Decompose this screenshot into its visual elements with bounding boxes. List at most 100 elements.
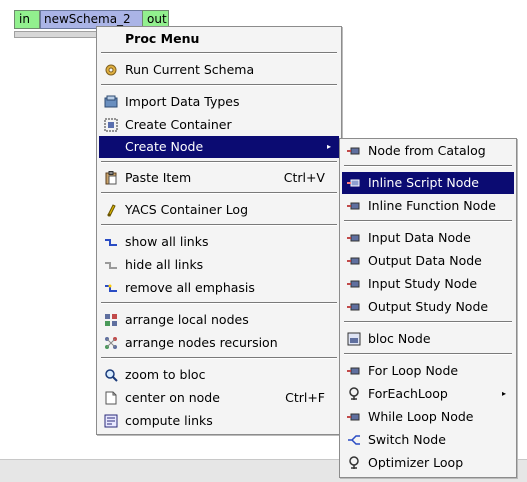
zoom-icon — [105, 369, 118, 382]
node-icon — [347, 367, 360, 375]
arrange-icon — [105, 314, 117, 326]
menu-item-label: Output Data Node — [368, 253, 482, 268]
container-icon — [104, 118, 118, 132]
submenu-item-for-loop-node[interactable]: For Loop Node — [342, 360, 514, 382]
menu-item-import-data-types[interactable]: Import Data Types — [99, 91, 339, 113]
menu-item-create-container[interactable]: Create Container — [99, 114, 339, 136]
submenu-arrow-icon: ▸ — [501, 389, 506, 398]
menu-item-label: Inline Function Node — [368, 198, 496, 213]
menu-separator — [344, 321, 512, 323]
center-shortcut: Ctrl+F — [285, 390, 325, 405]
submenu-item-foreachloop[interactable]: ForEachLoop ▸ — [342, 383, 514, 405]
paste-shortcut: Ctrl+V — [283, 170, 325, 185]
gear-icon — [105, 64, 117, 76]
proc-menu-title-label: Proc Menu — [125, 31, 200, 46]
menu-separator — [101, 357, 337, 359]
submenu-item-while-loop-node[interactable]: While Loop Node — [342, 406, 514, 428]
menu-separator — [101, 52, 337, 54]
menu-item-label: show all links — [125, 234, 209, 249]
menu-item-label: Switch Node — [368, 432, 446, 447]
menu-item-label: Paste Item — [125, 170, 192, 185]
menu-item-label: Create Container — [125, 117, 232, 132]
menu-item-label: Import Data Types — [125, 94, 240, 109]
menu-item-show-all-links[interactable]: show all links — [99, 231, 339, 253]
menu-item-create-node[interactable]: Create Node ▸ — [99, 136, 339, 158]
bloc-icon — [347, 332, 361, 346]
menu-item-label: Input Study Node — [368, 276, 478, 291]
link-hidden-icon — [105, 262, 117, 269]
menu-item-label: ForEachLoop — [368, 386, 448, 401]
log-icon — [107, 204, 116, 217]
document-icon — [105, 391, 117, 405]
in-port[interactable]: in — [14, 10, 40, 29]
proc-context-menu: Proc Menu Run Current Schema Import Data… — [96, 26, 342, 435]
submenu-item-output-data-node[interactable]: Output Data Node — [342, 250, 514, 272]
menu-item-label: Inline Script Node — [368, 175, 479, 190]
create-node-submenu: Node from Catalog Inline Script Node Inl… — [339, 138, 517, 478]
link-icon — [105, 239, 117, 246]
menu-item-label: Node from Catalog — [368, 143, 486, 158]
menu-item-label: Input Data Node — [368, 230, 471, 245]
submenu-item-output-study-node[interactable]: Output Study Node — [342, 296, 514, 318]
submenu-item-input-data-node[interactable]: Input Data Node — [342, 227, 514, 249]
proc-menu-title: Proc Menu — [99, 28, 339, 50]
menu-item-label: Output Study Node — [368, 299, 489, 314]
menu-item-zoom-to-bloc[interactable]: zoom to bloc — [99, 364, 339, 386]
menu-item-label: bloc Node — [368, 331, 431, 346]
submenu-item-input-study-node[interactable]: Input Study Node — [342, 273, 514, 295]
menu-item-arrange-local-nodes[interactable]: arrange local nodes — [99, 309, 339, 331]
submenu-item-node-from-catalog[interactable]: Node from Catalog — [342, 140, 514, 162]
menu-item-center-on-node[interactable]: center on node Ctrl+F — [99, 387, 339, 409]
node-icon — [347, 413, 360, 421]
menu-item-yacs-container-log[interactable]: YACS Container Log — [99, 199, 339, 221]
menu-separator — [344, 165, 512, 167]
menu-item-run-schema[interactable]: Run Current Schema — [99, 59, 339, 81]
node-icon — [347, 280, 360, 288]
menu-separator — [101, 192, 337, 194]
loop-icon — [349, 456, 359, 469]
menu-item-label: arrange local nodes — [125, 312, 249, 327]
menu-item-label: For Loop Node — [368, 363, 459, 378]
import-icon — [104, 95, 118, 108]
switch-icon — [348, 435, 360, 445]
compute-links-icon — [104, 414, 118, 428]
loop-icon — [349, 387, 359, 400]
menu-item-arrange-nodes-recursion[interactable]: arrange nodes recursion — [99, 332, 339, 354]
menu-separator — [101, 224, 337, 226]
menu-separator — [101, 161, 337, 163]
submenu-item-inline-function-node[interactable]: Inline Function Node — [342, 195, 514, 217]
menu-item-label: hide all links — [125, 257, 204, 272]
menu-item-compute-links[interactable]: compute links — [99, 410, 339, 432]
submenu-item-inline-script-node[interactable]: Inline Script Node — [342, 172, 514, 194]
menu-separator — [101, 302, 337, 304]
arrange-recursive-icon — [105, 337, 117, 349]
menu-item-label: YACS Container Log — [125, 202, 249, 217]
menu-separator — [101, 84, 337, 86]
menu-item-label: While Loop Node — [368, 409, 474, 424]
node-icon — [347, 303, 360, 311]
menu-item-label: Run Current Schema — [125, 62, 255, 77]
menu-separator — [344, 353, 512, 355]
submenu-arrow-icon: ▸ — [326, 142, 331, 151]
node-icon — [347, 257, 360, 265]
menu-item-hide-all-links[interactable]: hide all links — [99, 254, 339, 276]
submenu-item-optimizer-loop[interactable]: Optimizer Loop — [342, 452, 514, 474]
submenu-item-bloc-node[interactable]: bloc Node — [342, 328, 514, 350]
paste-icon — [105, 171, 117, 185]
menu-item-label: Create Node — [125, 139, 204, 154]
link-emphasis-icon — [105, 284, 117, 292]
menu-item-label: compute links — [125, 413, 213, 428]
menu-item-label: remove all emphasis — [125, 280, 255, 295]
node-icon — [347, 147, 360, 155]
node-icon — [347, 234, 360, 242]
node-icon — [347, 202, 360, 210]
submenu-item-switch-node[interactable]: Switch Node — [342, 429, 514, 451]
menu-item-paste-item[interactable]: Paste Item Ctrl+V — [99, 167, 339, 189]
node-icon — [347, 179, 360, 187]
menu-separator — [344, 220, 512, 222]
menu-item-label: Optimizer Loop — [368, 455, 464, 470]
menu-item-label: zoom to bloc — [125, 367, 206, 382]
menu-item-label: center on node — [125, 390, 220, 405]
menu-item-label: arrange nodes recursion — [125, 335, 278, 350]
menu-item-remove-all-emphasis[interactable]: remove all emphasis — [99, 277, 339, 299]
